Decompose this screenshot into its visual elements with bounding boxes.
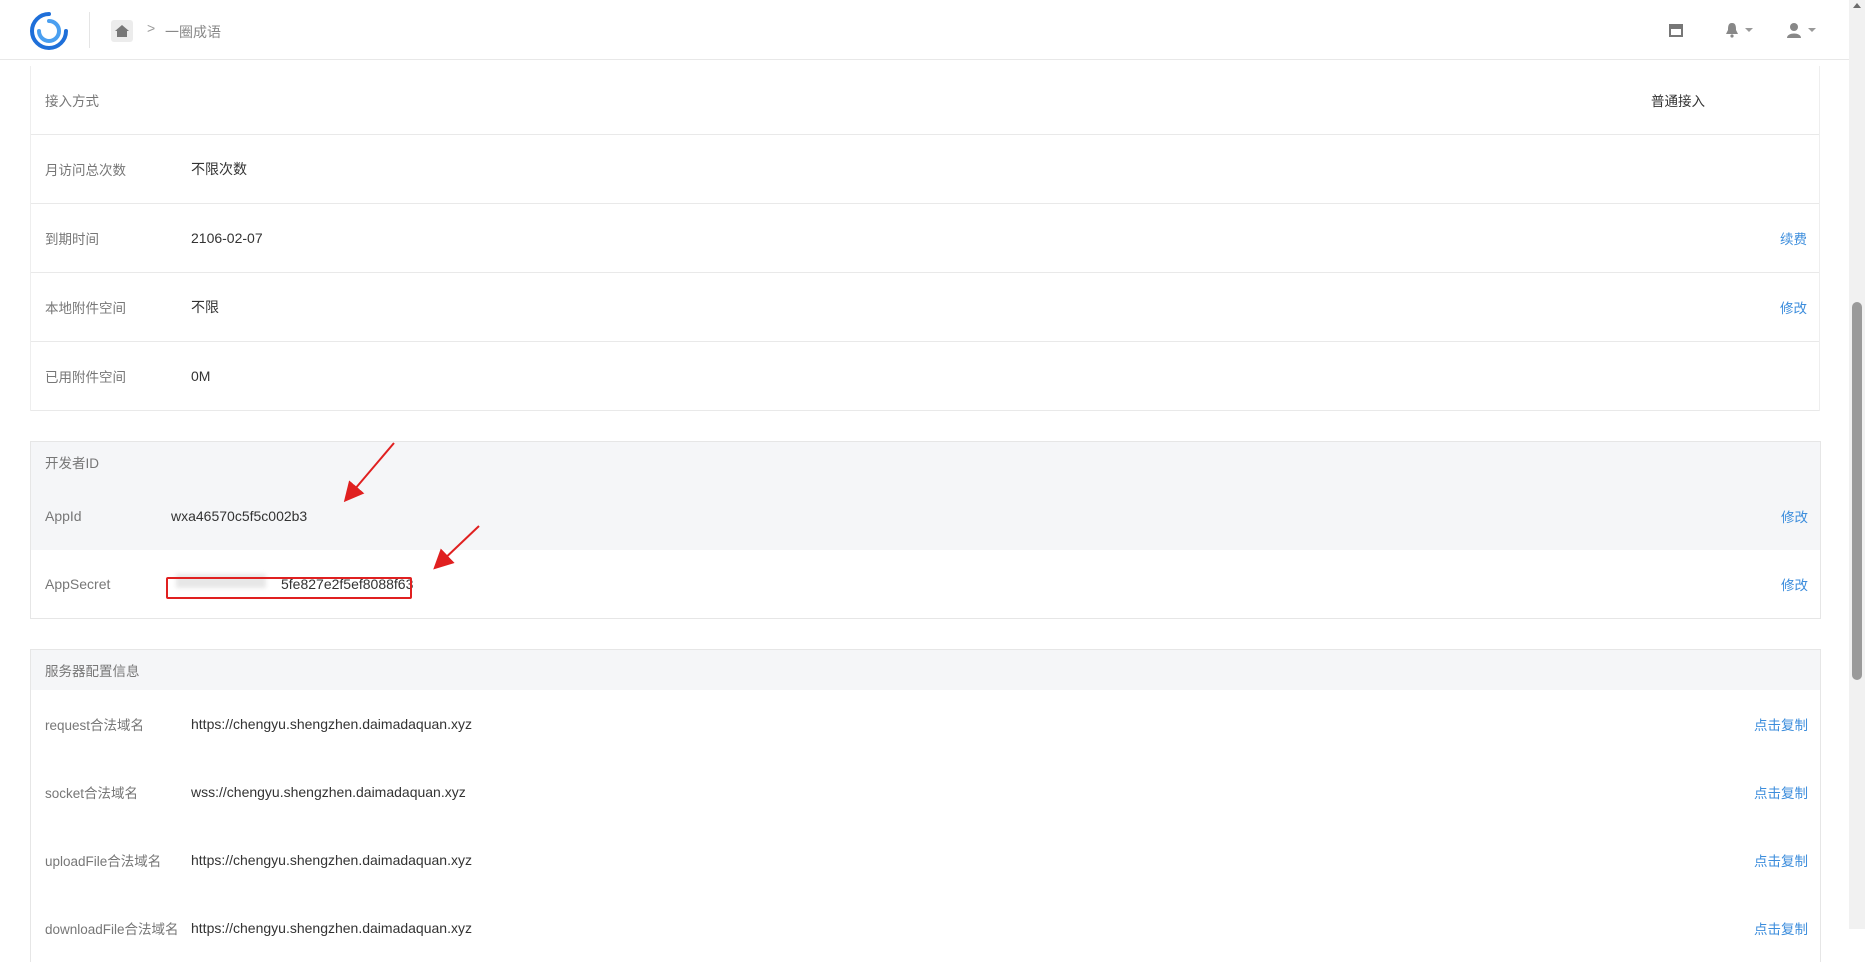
server-label: uploadFile合法域名 [45, 854, 162, 869]
info-row: 月访问总次数 不限次数 [31, 135, 1819, 204]
info-label: 已用附件空间 [45, 370, 126, 385]
server-value: https://chengyu.shengzhen.daimadaquan.xy… [191, 920, 472, 936]
server-row: downloadFile合法域名 https://chengyu.shengzhe… [31, 894, 1820, 962]
info-label: 到期时间 [45, 232, 99, 247]
server-row: uploadFile合法域名 https://chengyu.shengzhen.… [31, 826, 1820, 894]
server-label: downloadFile合法域名 [45, 922, 179, 937]
scroll-up-arrow-icon[interactable] [1853, 3, 1861, 8]
chevron-down-icon [1745, 28, 1753, 32]
info-row: 到期时间 2106-02-07 续费 [31, 204, 1819, 273]
breadcrumb-chevron-icon: > [147, 20, 156, 36]
server-label: request合法域名 [45, 718, 145, 733]
info-label: 月访问总次数 [45, 163, 126, 178]
info-list: 接入方式 普通接入月访问总次数 不限次数到期时间 2106-02-07 续费本地附件空间… [30, 66, 1820, 411]
chevron-down-icon [1808, 28, 1816, 32]
server-value: wss://chengyu.shengzhen.daimadaquan.xyz [191, 784, 466, 800]
annotation-highlight-box [166, 577, 412, 599]
user-menu[interactable] [1786, 20, 1816, 40]
account-info-section: 接入方式 普通接入月访问总次数 不限次数到期时间 2106-02-07 续费本地附件空间… [30, 66, 1820, 411]
bell-icon [1726, 23, 1738, 38]
copy-link[interactable]: 点击复制 [1754, 714, 1808, 734]
server-config-panel: 服务器配置信息 request合法域名 https://chengyu.sheng… [30, 649, 1821, 962]
appid-label: AppId [45, 508, 82, 524]
notification-menu[interactable] [1725, 20, 1753, 40]
appid-row: AppId wxa46570c5f5c002b3 修改 [31, 482, 1820, 550]
info-action-link[interactable]: 修改 [1780, 297, 1807, 317]
info-action-link[interactable]: 续费 [1780, 228, 1807, 248]
vertical-scrollbar[interactable] [1849, 0, 1865, 929]
info-row: 本地附件空间 不限 修改 [31, 273, 1819, 342]
info-label: 接入方式 [45, 94, 99, 109]
server-row: request合法域名 https://chengyu.shengzhen.dai… [31, 690, 1820, 758]
user-icon [1787, 23, 1801, 38]
store-icon[interactable] [1668, 20, 1684, 40]
info-row: 已用附件空间 0M [31, 342, 1819, 411]
server-label: socket合法域名 [45, 786, 139, 801]
top-header: > 一圈成语 [0, 0, 1849, 60]
scrollbar-thumb[interactable] [1852, 302, 1862, 680]
info-value: 0M [191, 368, 211, 384]
developer-id-title: 开发者ID [31, 442, 1820, 482]
edit-appid-link[interactable]: 修改 [1781, 506, 1808, 526]
server-row: socket合法域名 wss://chengyu.shengzhen.daimad… [31, 758, 1820, 826]
info-right-text: 普通接入 [1651, 94, 1705, 109]
info-value: 2106-02-07 [191, 230, 263, 246]
info-label: 本地附件空间 [45, 301, 126, 316]
server-config-title: 服务器配置信息 [31, 650, 1820, 690]
home-icon[interactable] [111, 20, 133, 42]
copy-link[interactable]: 点击复制 [1754, 850, 1808, 870]
server-config-list: request合法域名 https://chengyu.shengzhen.dai… [31, 690, 1820, 962]
server-value: https://chengyu.shengzhen.daimadaquan.xy… [191, 716, 472, 732]
appid-value: wxa46570c5f5c002b3 [171, 508, 308, 524]
info-value: 不限次数 [191, 161, 247, 177]
server-value: https://chengyu.shengzhen.daimadaquan.xy… [191, 852, 472, 868]
breadcrumb[interactable]: 一圈成语 [165, 22, 221, 42]
app-logo-icon[interactable] [28, 10, 70, 52]
edit-appsecret-link[interactable]: 修改 [1781, 574, 1808, 594]
header-divider [89, 12, 90, 48]
appsecret-label: AppSecret [45, 576, 111, 592]
copy-link[interactable]: 点击复制 [1754, 918, 1808, 938]
info-value: 不限 [191, 299, 219, 315]
copy-link[interactable]: 点击复制 [1754, 782, 1808, 802]
info-row: 接入方式 普通接入 [31, 66, 1819, 135]
